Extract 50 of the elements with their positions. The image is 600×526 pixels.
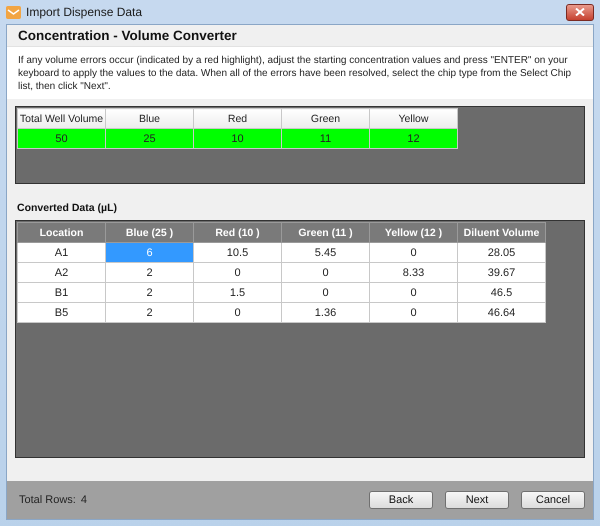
column-header: Yellow <box>370 108 458 128</box>
column-header: Blue (25 ) <box>106 222 194 242</box>
column-header: Total Well Volume <box>18 108 106 128</box>
envelope-icon <box>6 6 21 18</box>
table-cell[interactable]: 8.33 <box>370 262 458 282</box>
close-button[interactable] <box>566 4 594 20</box>
concentration-cell[interactable]: 12 <box>370 128 458 148</box>
table-cell[interactable]: B5 <box>18 302 106 322</box>
table-cell[interactable]: 46.5 <box>458 282 546 302</box>
table-cell[interactable]: 0 <box>194 302 282 322</box>
dialog-button[interactable]: Cancel <box>521 491 585 509</box>
table-cell[interactable]: 2 <box>106 262 194 282</box>
table-cell[interactable]: 5.45 <box>282 242 370 262</box>
total-rows-value: 4 <box>80 494 87 506</box>
column-header: Green (11 ) <box>282 222 370 242</box>
table-cell[interactable]: 2 <box>106 282 194 302</box>
table-cell[interactable]: 1.5 <box>194 282 282 302</box>
table-cell[interactable]: 39.67 <box>458 262 546 282</box>
dialog-button[interactable]: Back <box>369 491 433 509</box>
column-header: Green <box>282 108 370 128</box>
table-cell[interactable]: 10.5 <box>194 242 282 262</box>
table-cell[interactable]: 0 <box>282 262 370 282</box>
table-cell[interactable]: 28.05 <box>458 242 546 262</box>
section-title: Converted Data (µL) <box>16 201 118 216</box>
column-header: Location <box>18 222 106 242</box>
table-cell[interactable]: A2 <box>18 262 106 282</box>
table-cell[interactable]: 1.36 <box>282 302 370 322</box>
table-cell[interactable]: 46.64 <box>458 302 546 322</box>
table-cell[interactable]: B1 <box>18 282 106 302</box>
total-rows-label: Total Rows: <box>19 494 76 506</box>
dialog-button[interactable]: Next <box>445 491 509 509</box>
concentration-cell[interactable]: 10 <box>194 128 282 148</box>
column-header: Yellow (12 ) <box>370 222 458 242</box>
column-header: Diluent Volume <box>458 222 546 242</box>
table-cell[interactable]: 0 <box>370 282 458 302</box>
concentration-cell[interactable]: 25 <box>106 128 194 148</box>
table-cell[interactable]: 0 <box>370 242 458 262</box>
table-cell[interactable]: 2 <box>106 302 194 322</box>
table-cell[interactable]: A1 <box>18 242 106 262</box>
instructions-text: If any volume errors occur (indicated by a red highlight), adjust the starting concentration values and press "ENTER" on your keyboard to apply the values to the data. When all of the errors have been resolved, select the chip type from the Select Chip list, then click "Next". <box>7 47 593 99</box>
table-cell[interactable]: 0 <box>194 262 282 282</box>
concentration-cell[interactable]: 11 <box>282 128 370 148</box>
column-header: Blue <box>106 108 194 128</box>
concentration-cell[interactable]: 50 <box>18 128 106 148</box>
column-header: Red <box>194 108 282 128</box>
table-cell[interactable]: 0 <box>370 302 458 322</box>
window-title: Import Dispense Data <box>26 5 144 19</box>
column-header: Red (10 ) <box>194 222 282 242</box>
table-cell[interactable]: 0 <box>282 282 370 302</box>
close-icon <box>575 8 585 16</box>
